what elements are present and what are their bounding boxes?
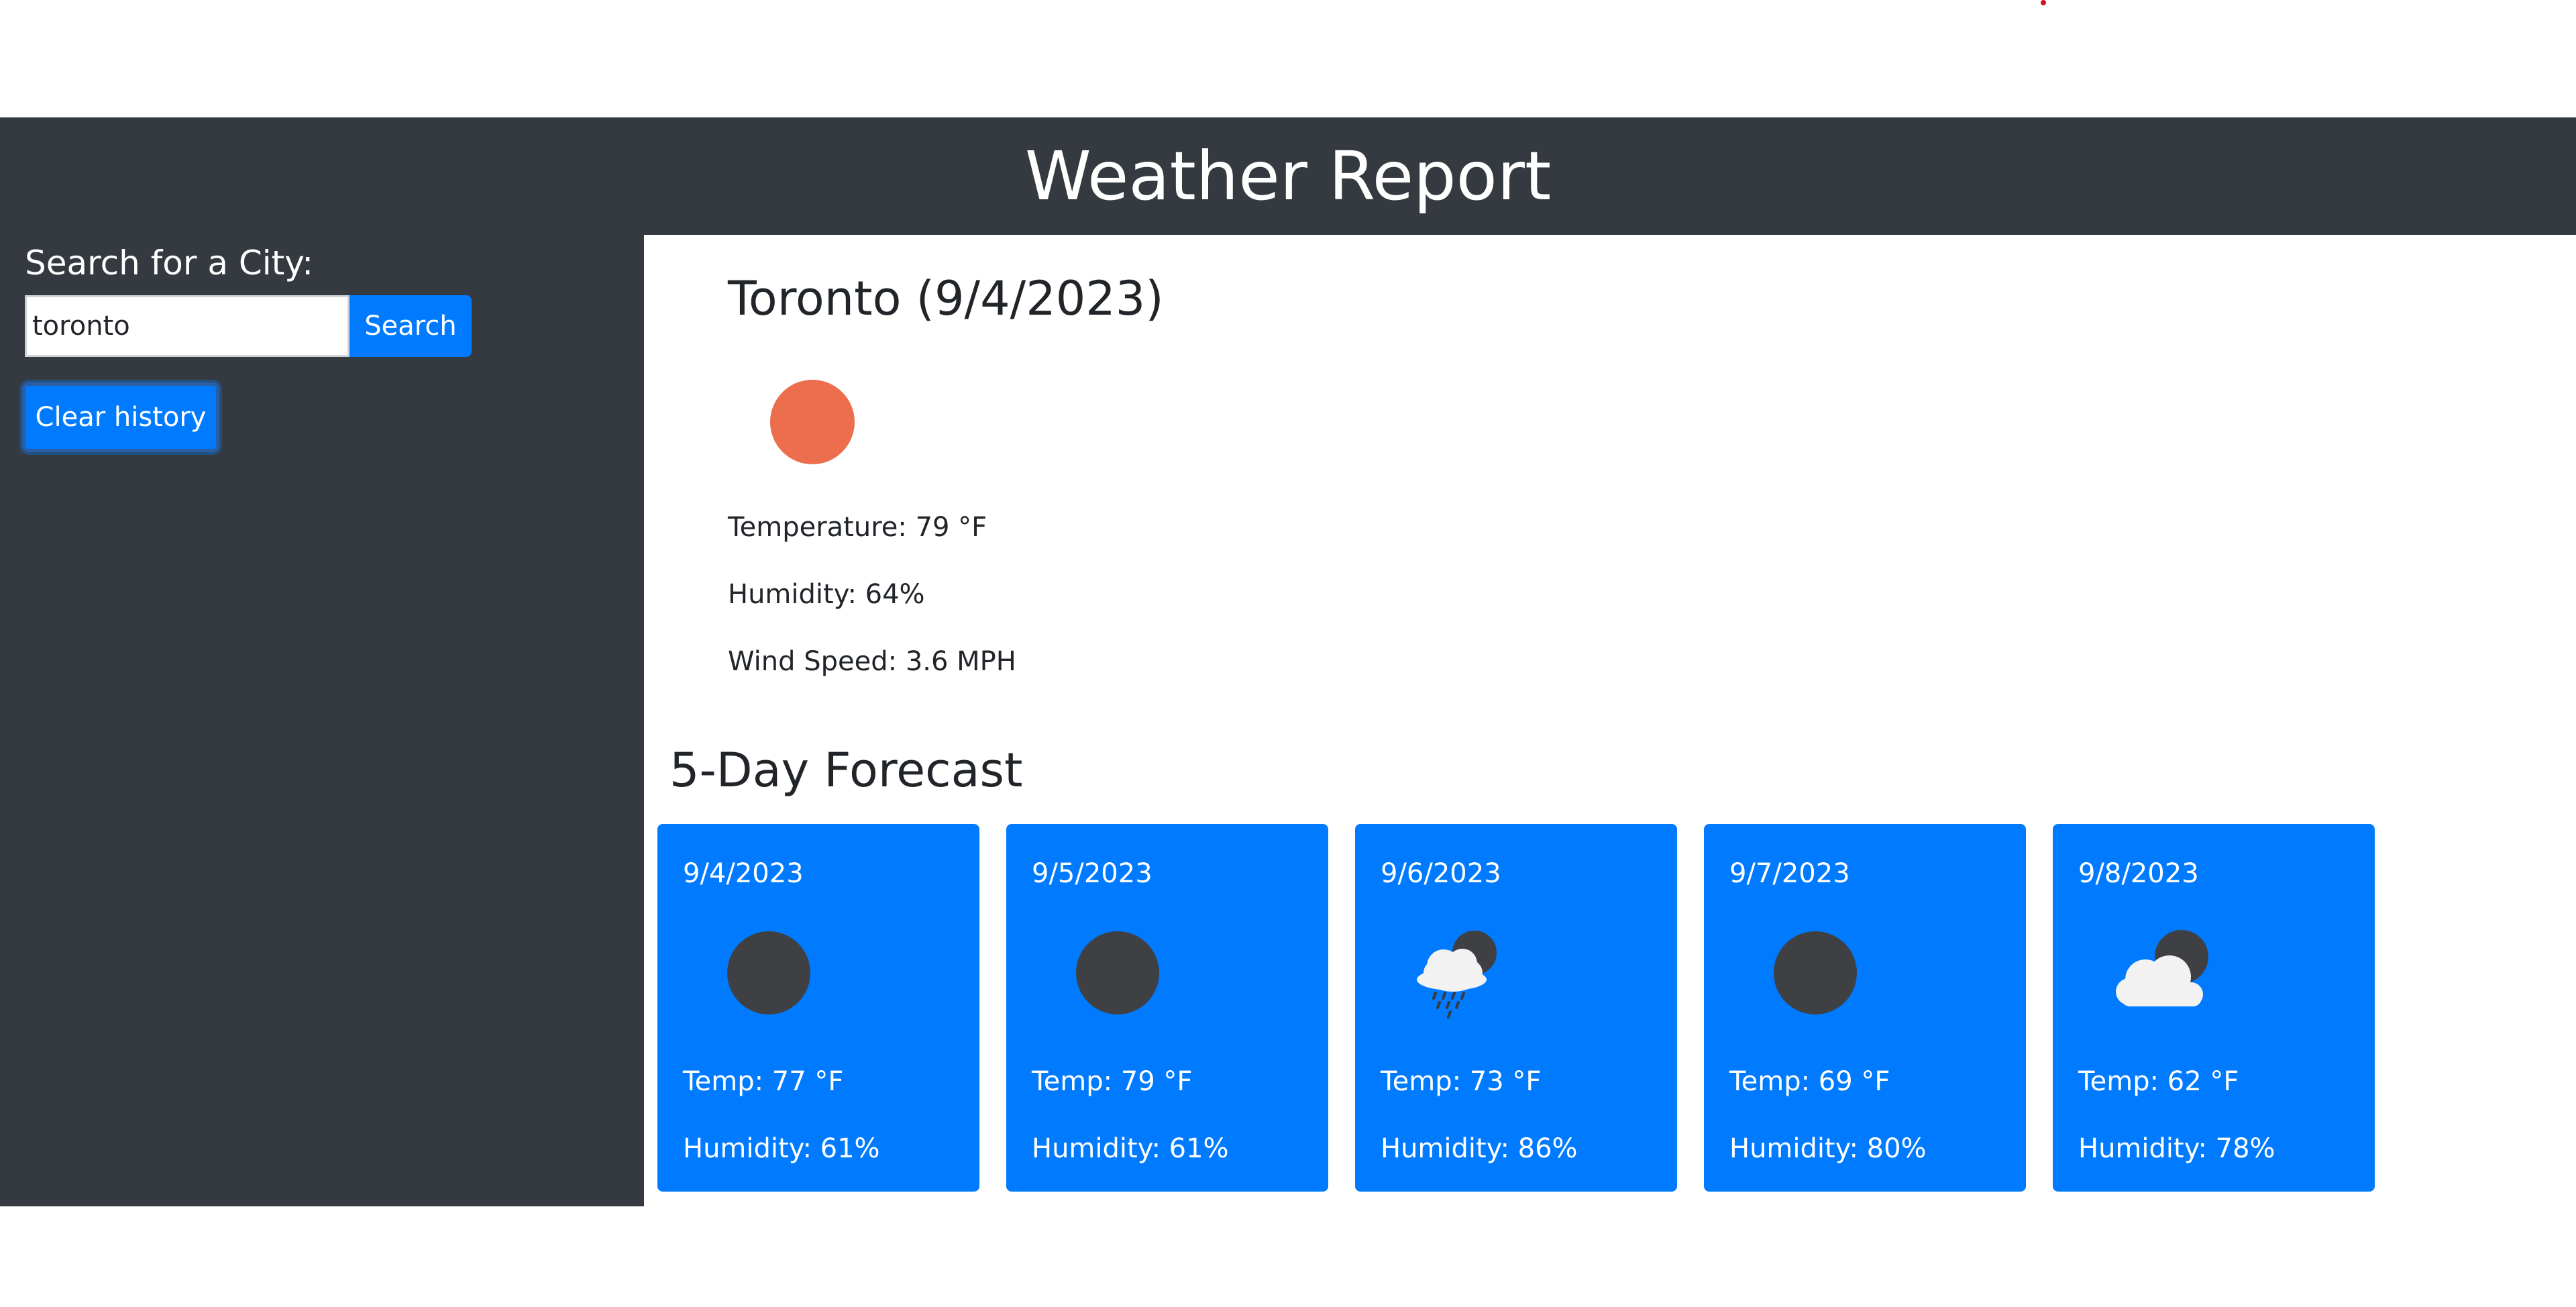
current-city-title: Toronto (9/4/2023) <box>728 271 1164 326</box>
search-label: Search for a City: <box>25 244 314 282</box>
forecast-temp: Temp: 62 °F <box>2078 1066 2239 1097</box>
forecast-temp: Temp: 73 °F <box>1381 1066 1542 1097</box>
forecast-humidity: Humidity: 80% <box>1729 1133 1927 1164</box>
forecast-date: 9/5/2023 <box>1032 858 1152 889</box>
forecast-date: 9/8/2023 <box>2078 858 2199 889</box>
rain-night-icon <box>1417 931 1508 1018</box>
clear-night-icon <box>1770 931 1857 1018</box>
forecast-date: 9/4/2023 <box>683 858 804 889</box>
forecast-date: 9/6/2023 <box>1381 858 1501 889</box>
cloudy-night-icon <box>2116 930 2208 1018</box>
forecast-card: 9/6/2023 Temp: 73 °F Humidity: 86% <box>1355 824 1677 1192</box>
search-button[interactable]: Search <box>350 295 472 357</box>
forecast-temp: Temp: 69 °F <box>1729 1066 1890 1097</box>
forecast-card: 9/7/2023 Temp: 69 °F Humidity: 80% <box>1704 824 2026 1192</box>
forecast-card: 9/8/2023 Temp: 62 °F Humidity: 78% <box>2053 824 2375 1192</box>
current-humidity: Humidity: 64% <box>728 579 925 610</box>
forecast-temp: Temp: 77 °F <box>683 1066 844 1097</box>
forecast-humidity: Humidity: 61% <box>1032 1133 1229 1164</box>
forecast-card: 9/4/2023 Temp: 77 °F Humidity: 61% <box>657 824 979 1192</box>
forecast-humidity: Humidity: 86% <box>1381 1133 1578 1164</box>
forecast-card: 9/5/2023 Temp: 79 °F Humidity: 61% <box>1006 824 1328 1192</box>
forecast-humidity: Humidity: 78% <box>2078 1133 2275 1164</box>
red-dot-mark <box>2041 0 2046 5</box>
clear-history-button[interactable]: Clear history <box>22 382 219 452</box>
forecast-title: 5-Day Forecast <box>669 743 1023 798</box>
forecast-temp: Temp: 79 °F <box>1032 1066 1193 1097</box>
current-temperature: Temperature: 79 °F <box>728 512 987 543</box>
forecast-date: 9/7/2023 <box>1729 858 1850 889</box>
forecast-humidity: Humidity: 61% <box>683 1133 880 1164</box>
current-wind-speed: Wind Speed: 3.6 MPH <box>728 646 1016 677</box>
sidebar <box>0 235 644 1206</box>
search-input[interactable] <box>25 295 350 357</box>
clear-day-sun-icon <box>770 380 855 464</box>
clear-night-icon <box>723 931 810 1018</box>
clear-night-icon <box>1072 931 1159 1018</box>
app-header: Weather Report <box>0 117 2576 235</box>
page-title: Weather Report <box>1024 136 1552 215</box>
